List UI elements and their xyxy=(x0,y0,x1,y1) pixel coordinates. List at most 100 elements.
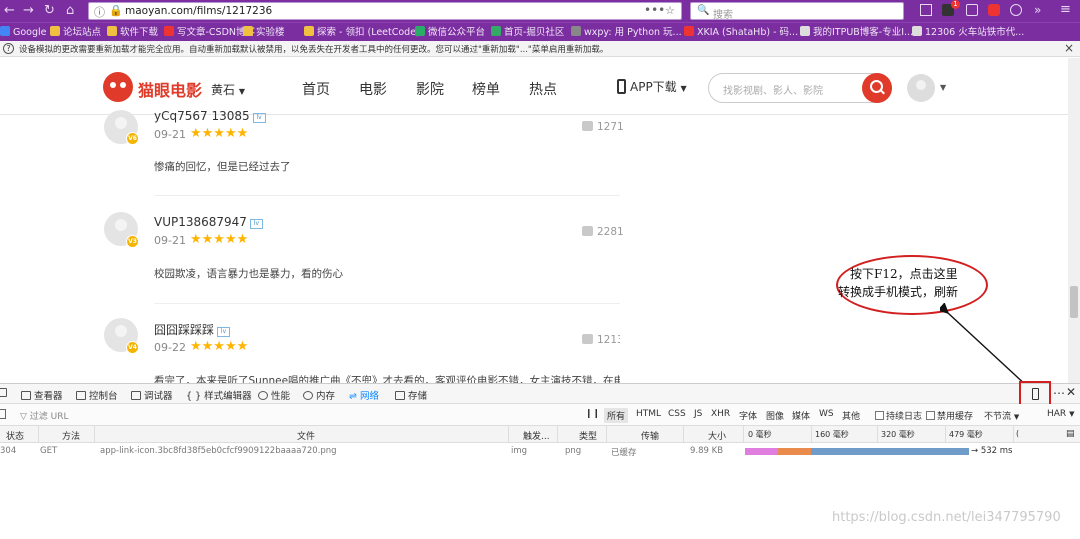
bookmark-item[interactable]: 实验楼 xyxy=(243,26,285,40)
url-text: maoyan.com/films/1217236 xyxy=(125,5,273,17)
like-button[interactable]: 1271 xyxy=(582,121,624,133)
nav-cinemas[interactable]: 影院 xyxy=(416,79,444,99)
close-devtools-icon[interactable]: ✕ xyxy=(1066,385,1076,399)
tab-performance[interactable]: 性能 xyxy=(258,388,290,402)
like-button[interactable]: 2281 xyxy=(582,226,624,238)
bookmark-favicon-icon xyxy=(107,26,117,36)
like-button[interactable]: 1213 xyxy=(582,334,620,346)
request-transferred: 已缓存 xyxy=(611,448,637,458)
persist-log-checkbox[interactable]: 持续日志 xyxy=(875,409,922,422)
bookmark-favicon-icon xyxy=(243,26,253,36)
site-search-input[interactable]: 找影视剧、影人、影院 xyxy=(723,82,823,97)
column-method[interactable]: 方法 xyxy=(62,429,80,442)
column-size[interactable]: 大小 xyxy=(708,429,726,442)
column-menu-icon[interactable]: ▤ xyxy=(1066,429,1075,439)
bookmark-item[interactable]: 我的ITPUB博客-专业I... xyxy=(800,26,913,40)
bookmark-item[interactable]: 微信公众平台 xyxy=(415,26,485,40)
comment-username[interactable]: yCq7567 13085 lv xyxy=(154,109,266,123)
filter-js[interactable]: JS xyxy=(694,409,702,419)
nav-home[interactable]: 首页 xyxy=(302,79,330,99)
reload-icon[interactable]: ↻ xyxy=(44,3,55,19)
column-file[interactable]: 文件 xyxy=(297,429,315,442)
chevron-down-icon[interactable]: ▼ xyxy=(940,83,946,92)
bookmark-item[interactable]: 探索 - 领扣 (LeetCode) xyxy=(304,26,420,40)
filter-other[interactable]: 其他 xyxy=(842,409,860,422)
pause-icon[interactable]: ❙❙ xyxy=(585,409,600,419)
tab-network[interactable]: ⇌ 网络 xyxy=(349,388,379,402)
bookmark-item[interactable]: XKIA (ShataHb) - 码... xyxy=(684,26,798,40)
library-icon[interactable] xyxy=(920,4,932,16)
cat-logo-icon[interactable] xyxy=(103,72,133,102)
filter-ws[interactable]: WS xyxy=(819,409,834,419)
picker-icon[interactable] xyxy=(0,388,10,399)
comment-username[interactable]: 囧囧踩踩踩 lv xyxy=(154,321,231,338)
scrollbar-thumb[interactable] xyxy=(1070,286,1078,318)
bookmark-item[interactable]: wxpy: 用 Python 玩... xyxy=(571,26,682,40)
filter-all[interactable]: 所有 xyxy=(604,408,629,423)
comment-username[interactable]: VUP138687947 lv xyxy=(154,215,263,229)
annotation-arrow xyxy=(940,303,1029,388)
more-options-icon[interactable]: ⋯ xyxy=(1053,386,1065,400)
bookmark-favicon-icon xyxy=(800,26,810,36)
tab-memory[interactable]: 内存 xyxy=(303,388,335,402)
bookmark-star-icon[interactable]: ☆ xyxy=(665,4,675,17)
bookmark-label: wxpy: 用 Python 玩... xyxy=(584,27,682,38)
request-file: app-link-icon.3bc8fd38f5eb0cfcf9909122ba… xyxy=(100,446,337,456)
nav-movies[interactable]: 电影 xyxy=(359,79,387,99)
forward-icon[interactable]: → xyxy=(23,3,34,19)
trash-icon[interactable] xyxy=(0,409,6,419)
browser-search-bar[interactable]: 🔍 搜索 xyxy=(690,2,904,21)
column-cause[interactable]: 触发... xyxy=(523,429,550,442)
notification-badge: 1 xyxy=(951,0,960,9)
filter-images[interactable]: 图像 xyxy=(766,409,784,422)
overflow-icon[interactable]: » xyxy=(1034,2,1041,18)
column-type[interactable]: 类型 xyxy=(579,429,597,442)
app-download-link[interactable]: APP下载 ▼ xyxy=(617,78,687,95)
filter-xhr[interactable]: XHR xyxy=(711,409,730,419)
bookmark-item[interactable]: 12306 火车站铁市代... xyxy=(912,26,1024,40)
home-icon[interactable]: ⌂ xyxy=(66,3,74,19)
tab-console[interactable]: 控制台 xyxy=(76,388,118,402)
back-icon[interactable]: ← xyxy=(4,3,15,19)
bookmark-item[interactable]: 论坛站点 xyxy=(50,26,101,40)
sidebar-icon[interactable] xyxy=(966,4,978,16)
tab-debugger[interactable]: 调试器 xyxy=(131,388,173,402)
close-icon[interactable]: × xyxy=(1064,41,1074,55)
tab-storage[interactable]: 存储 xyxy=(395,388,427,402)
comment-item: V4 囧囧踩踩踩lv 09-22 ★★★★★ 1213 看完了，本来是听了Sun… xyxy=(104,318,620,384)
filter-html[interactable]: HTML xyxy=(636,409,661,419)
waterfall-connect xyxy=(778,448,811,455)
url-bar[interactable]: ⓘ 🔒 maoyan.com/films/1217236 ••• ☆ xyxy=(88,2,682,20)
site-search-box[interactable]: 找影视剧、影人、影院 xyxy=(708,73,892,103)
tab-style-editor[interactable]: { } 样式编辑器 xyxy=(186,388,252,402)
user-avatar[interactable] xyxy=(907,74,935,102)
tab-inspector[interactable]: 查看器 xyxy=(21,388,63,402)
search-button[interactable] xyxy=(862,73,892,103)
filter-url-input[interactable]: ▽ 过滤 URL xyxy=(20,409,69,422)
page-scrollbar[interactable] xyxy=(1068,58,1080,383)
user-level-icon: lv xyxy=(217,327,231,337)
adblock-icon[interactable] xyxy=(988,4,1000,16)
city-selector[interactable]: 黄石 ▼ xyxy=(211,81,245,98)
bookmark-item[interactable]: Google xyxy=(0,26,47,40)
bookmark-item[interactable]: 软件下载 xyxy=(107,26,158,40)
nav-rankings[interactable]: 榜单 xyxy=(472,79,500,99)
bookmark-item[interactable]: 写文章-CSDN博客 xyxy=(164,26,255,40)
site-logo[interactable]: 猫眼电影 xyxy=(138,77,202,101)
nav-news[interactable]: 热点 xyxy=(529,79,557,99)
bookmark-item[interactable]: 首页-掘贝社区 xyxy=(491,26,564,40)
filter-media[interactable]: 媒体 xyxy=(792,409,810,422)
account-icon[interactable] xyxy=(1010,4,1022,16)
page-actions-icon[interactable]: ••• xyxy=(644,3,665,17)
thumbs-up-icon xyxy=(582,334,593,344)
throttle-select[interactable]: 不节流 ▼ xyxy=(984,409,1019,422)
disable-cache-checkbox[interactable]: 禁用缓存 xyxy=(926,409,973,422)
column-status[interactable]: 状态 xyxy=(6,429,24,442)
menu-icon[interactable]: ≡ xyxy=(1060,2,1071,18)
filter-fonts[interactable]: 字体 xyxy=(739,409,757,422)
column-transferred[interactable]: 传输 xyxy=(641,429,659,442)
har-menu[interactable]: HAR ▼ xyxy=(1047,409,1074,419)
network-filter-bar: ▽ 过滤 URL ❙❙ 所有 HTML CSS JS XHR 字体 图像 媒体 … xyxy=(0,404,1080,426)
info-icon[interactable]: ⓘ xyxy=(94,4,105,20)
filter-css[interactable]: CSS xyxy=(668,409,686,419)
